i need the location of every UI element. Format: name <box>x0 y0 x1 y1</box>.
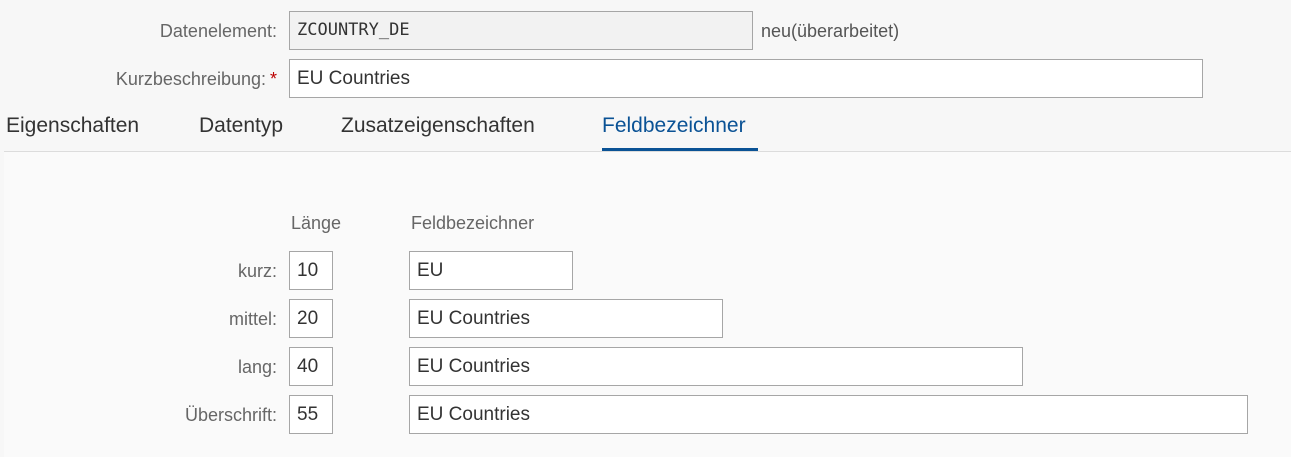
field-label-input-medium[interactable]: EU Countries <box>409 299 723 338</box>
row-label-heading: Überschrift: <box>184 405 277 425</box>
short-description-input[interactable]: EU Countries <box>289 59 1203 98</box>
required-marker: * <box>269 69 277 89</box>
length-input-heading[interactable]: 55 <box>289 395 333 434</box>
column-header-length: Länge <box>291 213 342 233</box>
short-description-label-text: Kurzbeschreibung: <box>115 69 266 89</box>
row-label-long: lang: <box>237 357 277 377</box>
status-text: neu(überarbeitet) <box>761 21 900 41</box>
tab-zusatzeigenschaften[interactable]: Zusatzeigenschaften <box>341 114 535 138</box>
length-input-short[interactable]: 10 <box>289 251 333 290</box>
length-input-long[interactable]: 40 <box>289 347 333 386</box>
row-label-medium: mittel: <box>228 309 277 329</box>
column-header-field-label: Feldbezeichner <box>411 213 535 233</box>
tab-datentyp[interactable]: Datentyp <box>199 114 283 138</box>
field-label-input-long[interactable]: EU Countries <box>409 347 1023 386</box>
tab-feldbezeichner[interactable]: Feldbezeichner <box>602 114 746 138</box>
tab-eigenschaften[interactable]: Eigenschaften <box>6 114 139 138</box>
short-description-label: Kurzbeschreibung: * <box>116 69 277 90</box>
data-element-label: Datenelement: <box>159 21 277 41</box>
row-label-short: kurz: <box>237 261 277 281</box>
field-label-input-short[interactable]: EU <box>409 251 573 290</box>
length-input-medium[interactable]: 20 <box>289 299 333 338</box>
tab-bar: Eigenschaften Datentyp Zusatzeigenschaft… <box>0 104 1291 152</box>
data-element-field: ZCOUNTRY_DE <box>289 11 753 50</box>
field-label-input-heading[interactable]: EU Countries <box>409 395 1248 434</box>
